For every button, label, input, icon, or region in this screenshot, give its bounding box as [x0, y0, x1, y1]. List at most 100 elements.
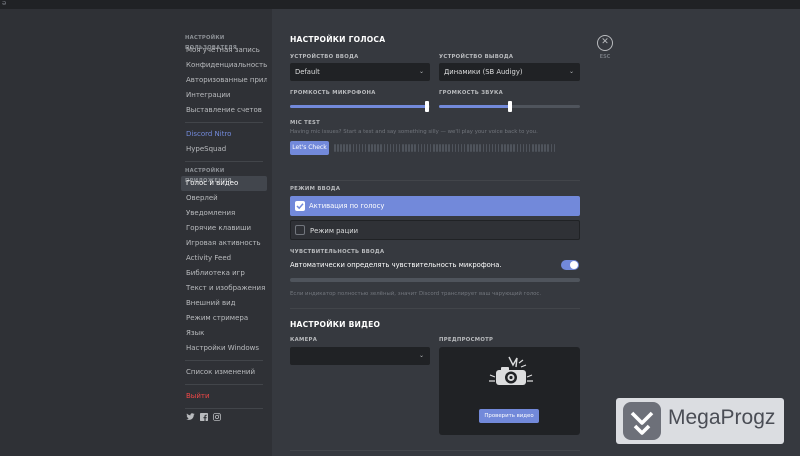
meter-bar	[386, 144, 389, 152]
meter-bar	[334, 144, 336, 152]
watermark: MegaProgz	[616, 398, 784, 444]
meter-bar	[541, 144, 543, 152]
meter-bar	[553, 144, 556, 152]
voice-activity-option[interactable]: Активация по голосу	[290, 196, 580, 216]
lets-check-button[interactable]: Let's Check	[290, 141, 329, 155]
output-device-select[interactable]: Динамики (SB Audigy) ⌄	[439, 63, 580, 81]
sidebar-item-overlay[interactable]: Оверлей	[181, 191, 267, 206]
sidebar-item-logout[interactable]: Выйти	[181, 389, 267, 404]
meter-bar	[374, 144, 376, 152]
meter-bar	[355, 144, 358, 152]
meter-bar	[491, 144, 494, 152]
sound-volume-thumb[interactable]	[507, 101, 512, 112]
meter-bar	[337, 144, 339, 152]
sidebar-item-keybinds[interactable]: Горячие клавиши	[181, 221, 267, 236]
sidebar-item-game-activity[interactable]: Игровая активность	[181, 236, 267, 251]
meter-bar	[343, 144, 345, 152]
meter-bar	[417, 144, 420, 152]
sidebar-item-privacy[interactable]: Конфиденциальность	[181, 58, 267, 73]
sidebar-item-appearance[interactable]: Внешний вид	[181, 296, 267, 311]
meter-bar	[408, 144, 410, 152]
meter-bar	[460, 144, 463, 152]
output-device-value: Динамики (SB Audigy)	[444, 68, 523, 76]
sidebar-item-integrations[interactable]: Интеграции	[181, 88, 267, 103]
sidebar-item-windows-settings[interactable]: Настройки Windows	[181, 341, 267, 356]
auto-sensitivity-toggle[interactable]	[561, 260, 579, 270]
sidebar-item-changelog[interactable]: Список изменений	[181, 365, 267, 380]
close-settings[interactable]: ✕ ESC	[597, 35, 613, 60]
checkmark-icon	[295, 201, 305, 211]
sidebar-item-authorized-apps[interactable]: Авторизованные прил...	[181, 73, 267, 88]
input-mode-label: РЕЖИМ ВВОДА	[290, 186, 341, 192]
section-divider	[290, 450, 580, 451]
meter-bar	[380, 144, 382, 152]
meter-bar	[454, 144, 457, 152]
output-device-label: УСТРОЙСТВО ВЫВОДА	[439, 54, 514, 60]
test-video-button[interactable]: Проверить видео	[479, 409, 539, 423]
meter-bar	[473, 144, 475, 152]
sidebar-item-hypesquad[interactable]: HypeSquad	[181, 142, 267, 157]
sidebar-item-voice-video[interactable]: Голос и видео	[181, 176, 267, 191]
camera-select[interactable]: ⌄	[290, 347, 430, 365]
sidebar-item-streamer-mode[interactable]: Режим стримера	[181, 311, 267, 326]
meter-bar	[358, 144, 361, 152]
auto-sensitivity-label: Автоматически определять чувствительност…	[290, 261, 502, 269]
sidebar-divider	[185, 360, 263, 361]
meter-bar	[467, 144, 469, 152]
meter-bar	[402, 144, 404, 152]
meter-bar	[519, 144, 522, 152]
sidebar-item-notifications[interactable]: Уведомления	[181, 206, 267, 221]
sidebar-item-billing[interactable]: Выставление счетов	[181, 103, 267, 118]
chevron-down-icon: ⌄	[568, 68, 574, 75]
meter-bar	[504, 144, 506, 152]
meter-bar	[525, 144, 528, 152]
mic-volume-thumb[interactable]	[425, 101, 430, 112]
meter-bar	[457, 144, 460, 152]
meter-bar	[497, 144, 500, 152]
meter-bar	[463, 144, 466, 152]
voice-activity-label: Активация по голосу	[309, 202, 385, 210]
preview-label: ПРЕДПРОСМОТР	[439, 337, 494, 343]
meter-bar	[482, 144, 484, 152]
sound-volume-slider[interactable]	[439, 101, 580, 112]
twitter-icon[interactable]	[186, 413, 195, 423]
close-icon[interactable]: ✕	[597, 35, 613, 51]
push-to-talk-option[interactable]: Режим рации	[290, 220, 580, 240]
camera-illustration-icon	[489, 356, 533, 385]
instagram-icon[interactable]	[213, 413, 221, 423]
mic-test-label: MIC TEST	[290, 120, 321, 126]
facebook-icon[interactable]	[200, 413, 208, 423]
user-settings-header: НАСТРОЙКИ ПОЛЬЗОВАТЕЛЯ	[185, 35, 238, 51]
meter-bar	[528, 144, 531, 152]
megaprogz-logo	[623, 402, 661, 440]
mic-volume-label: ГРОМКОСТЬ МИКРОФОНА	[290, 90, 376, 96]
meter-bar	[442, 144, 444, 152]
sensitivity-hint: Если индикатор полностью зелёный, значит…	[290, 291, 542, 297]
mic-test-meter	[334, 144, 580, 152]
sidebar-item-nitro[interactable]: Discord Nitro	[181, 127, 267, 142]
mic-test-hint: Having mic issues? Start a test and say …	[290, 129, 538, 135]
sidebar-item-text-images[interactable]: Текст и изображения	[181, 281, 267, 296]
sidebar-item-activity-feed[interactable]: Activity Feed	[181, 251, 267, 266]
mic-volume-slider[interactable]	[290, 101, 430, 112]
chevron-down-icon: ⌄	[418, 352, 424, 359]
sidebar-item-language[interactable]: Язык	[181, 326, 267, 341]
meter-bar	[513, 144, 515, 152]
meter-bar	[510, 144, 512, 152]
section-divider	[290, 180, 580, 181]
input-device-select[interactable]: Default ⌄	[290, 63, 430, 81]
meter-bar	[368, 144, 370, 152]
chevron-down-icon: ⌄	[418, 68, 424, 75]
meter-bar	[445, 144, 447, 152]
camera-label: КАМЕРА	[290, 337, 318, 343]
meter-bar	[479, 144, 481, 152]
sidebar-item-my-account[interactable]: Моя учётная запись	[181, 43, 267, 58]
app-logo: ə	[2, 0, 7, 7]
meter-bar	[340, 144, 342, 152]
meter-bar	[392, 144, 395, 152]
video-preview: Проверить видео	[439, 347, 580, 435]
checkbox-icon	[295, 225, 305, 235]
app-settings-header: НАСТРОЙКИ ПРИЛОЖЕНИЯ	[185, 168, 231, 184]
meter-bar	[535, 144, 537, 152]
sidebar-item-game-library[interactable]: Библиотека игр	[181, 266, 267, 281]
